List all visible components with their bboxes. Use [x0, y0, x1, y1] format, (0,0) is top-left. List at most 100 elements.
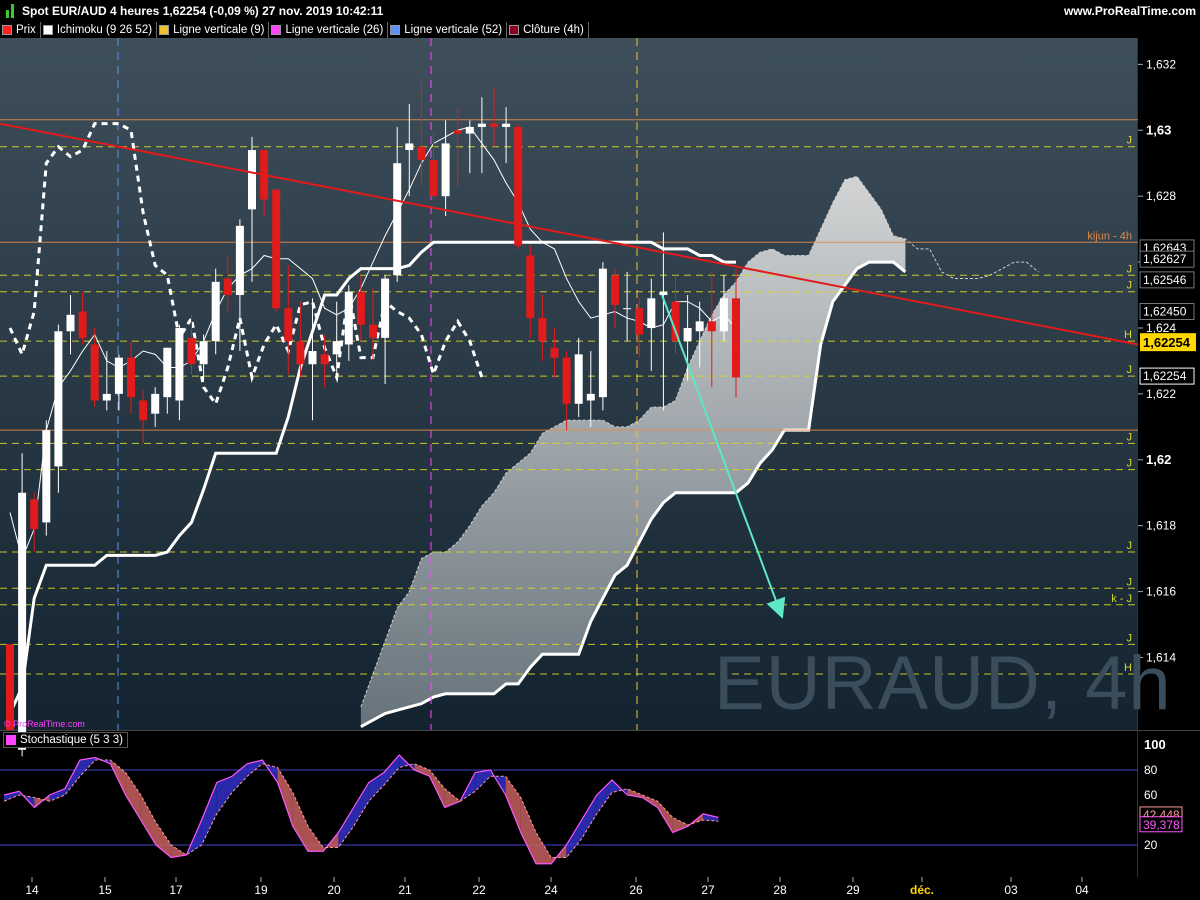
- price-tick-label: 1,622: [1146, 387, 1176, 401]
- time-tick-label: 29: [846, 883, 860, 897]
- candle-body: [102, 393, 111, 401]
- candle-body: [272, 189, 281, 309]
- legend-item[interactable]: Ligne verticale (52): [388, 22, 508, 38]
- candle-body: [296, 341, 305, 365]
- price-label: 1,62254: [1143, 369, 1187, 383]
- candle-body: [490, 123, 498, 127]
- legend-swatch: [390, 25, 401, 35]
- candle-body: [42, 430, 51, 523]
- candle-body: [284, 308, 293, 342]
- price-tick-label: 1,624: [1146, 321, 1176, 335]
- level-label: J: [1127, 458, 1133, 470]
- stoch-tick-label: 80: [1144, 763, 1158, 777]
- legend-swatch: [509, 25, 520, 35]
- legend-item[interactable]: Prix: [0, 22, 41, 38]
- candle-body: [623, 308, 632, 310]
- candle-body: [127, 357, 135, 398]
- stoch-value-label: 39,378: [1143, 818, 1180, 832]
- level-label: J: [1127, 135, 1133, 147]
- time-tick-label: déc.: [910, 883, 934, 897]
- level-label: J: [1127, 576, 1133, 588]
- candle-body: [659, 291, 668, 296]
- candle-body: [332, 341, 341, 355]
- legend-item[interactable]: Ligne verticale (26): [269, 22, 389, 38]
- candle-body: [163, 347, 172, 398]
- time-tick-label: 24: [544, 883, 558, 897]
- level-label: J: [1127, 263, 1133, 275]
- candle-body: [139, 400, 148, 421]
- candle-body: [514, 126, 523, 246]
- last-price-label: 1,62254: [1143, 335, 1191, 350]
- candle-body: [453, 130, 462, 134]
- candle-body: [18, 492, 27, 750]
- candle-body: [393, 163, 402, 276]
- price-tick-label: 1,62: [1146, 452, 1171, 467]
- price-label: 1,62450: [1143, 305, 1187, 319]
- stoch-tick-label: 100: [1144, 737, 1166, 752]
- candle-body: [308, 351, 317, 365]
- time-tick-label: 17: [169, 883, 183, 897]
- legend-label: Ligne verticale (52): [404, 24, 503, 36]
- candle-body: [223, 278, 232, 296]
- legend-swatch: [2, 25, 12, 35]
- level-label: H: [1124, 329, 1132, 341]
- candle-body: [151, 393, 160, 414]
- legend-swatch: [159, 25, 170, 35]
- candle-body: [477, 123, 486, 127]
- price-label: 1,62546: [1143, 273, 1187, 287]
- legend-swatch: [271, 25, 282, 35]
- time-tick-label: 04: [1075, 883, 1089, 897]
- time-tick-label: 27: [701, 883, 715, 897]
- candle-body: [175, 327, 184, 401]
- time-tick-label: 14: [25, 883, 39, 897]
- candle-body: [441, 143, 450, 197]
- time-tick-label: 19: [254, 883, 268, 897]
- candle-body: [114, 357, 123, 394]
- candle-body: [66, 314, 75, 332]
- legend-item[interactable]: Ligne verticale (9): [157, 22, 270, 38]
- legend-label: Ichimoku (9 26 52): [56, 24, 153, 36]
- candle-body: [586, 393, 595, 401]
- site-link[interactable]: www.ProRealTime.com: [1064, 4, 1196, 18]
- candle-body: [417, 146, 426, 160]
- legend-label: Ligne verticale (26): [285, 24, 384, 36]
- candle-body: [635, 308, 644, 335]
- price-tick-label: 1,616: [1146, 585, 1176, 599]
- candle-body: [526, 255, 535, 319]
- candle-body: [6, 644, 14, 730]
- prorealtime-watermark: © ProRealTime.com: [4, 719, 85, 729]
- candle-body: [187, 337, 196, 365]
- stoch-tick-label: 60: [1144, 788, 1158, 802]
- legend-bar: Prix Ichimoku (9 26 52) Ligne verticale (9…: [0, 22, 589, 38]
- candle-body: [611, 275, 619, 305]
- candle-body: [235, 225, 244, 296]
- legend-item[interactable]: Clôture (4h): [507, 22, 589, 38]
- legend-label: Prix: [16, 24, 36, 36]
- chart-bars-icon: [6, 4, 14, 18]
- level-label: J: [1127, 280, 1133, 292]
- candle-body: [719, 298, 728, 332]
- price-tick-label: 1,63: [1146, 122, 1171, 137]
- candle-body: [54, 331, 63, 467]
- symbol-watermark: EURAUD, 4h: [714, 641, 1172, 726]
- candle-body: [429, 159, 438, 197]
- candle-body: [538, 318, 547, 342]
- candle-body: [574, 354, 583, 404]
- level-label: J: [1127, 364, 1133, 376]
- candle-body: [381, 278, 390, 338]
- candle-body: [502, 123, 511, 127]
- candle-body: [90, 344, 99, 401]
- title-bar: Spot EUR/AUD 4 heures 1,62254 (-0,09 %) …: [0, 0, 1200, 22]
- candle-body: [248, 150, 256, 210]
- stochastic-legend[interactable]: Stochastique (5 3 3): [3, 732, 128, 748]
- candle-body: [30, 499, 39, 529]
- candle-body: [562, 357, 571, 404]
- candle-body: [695, 321, 704, 332]
- time-tick-label: 22: [472, 883, 486, 897]
- legend-item[interactable]: Ichimoku (9 26 52): [41, 22, 158, 38]
- candle-body: [211, 281, 220, 342]
- candle-body: [707, 321, 716, 332]
- legend-swatch: [42, 25, 53, 35]
- time-tick-label: 03: [1004, 883, 1018, 897]
- candle-body: [78, 311, 87, 338]
